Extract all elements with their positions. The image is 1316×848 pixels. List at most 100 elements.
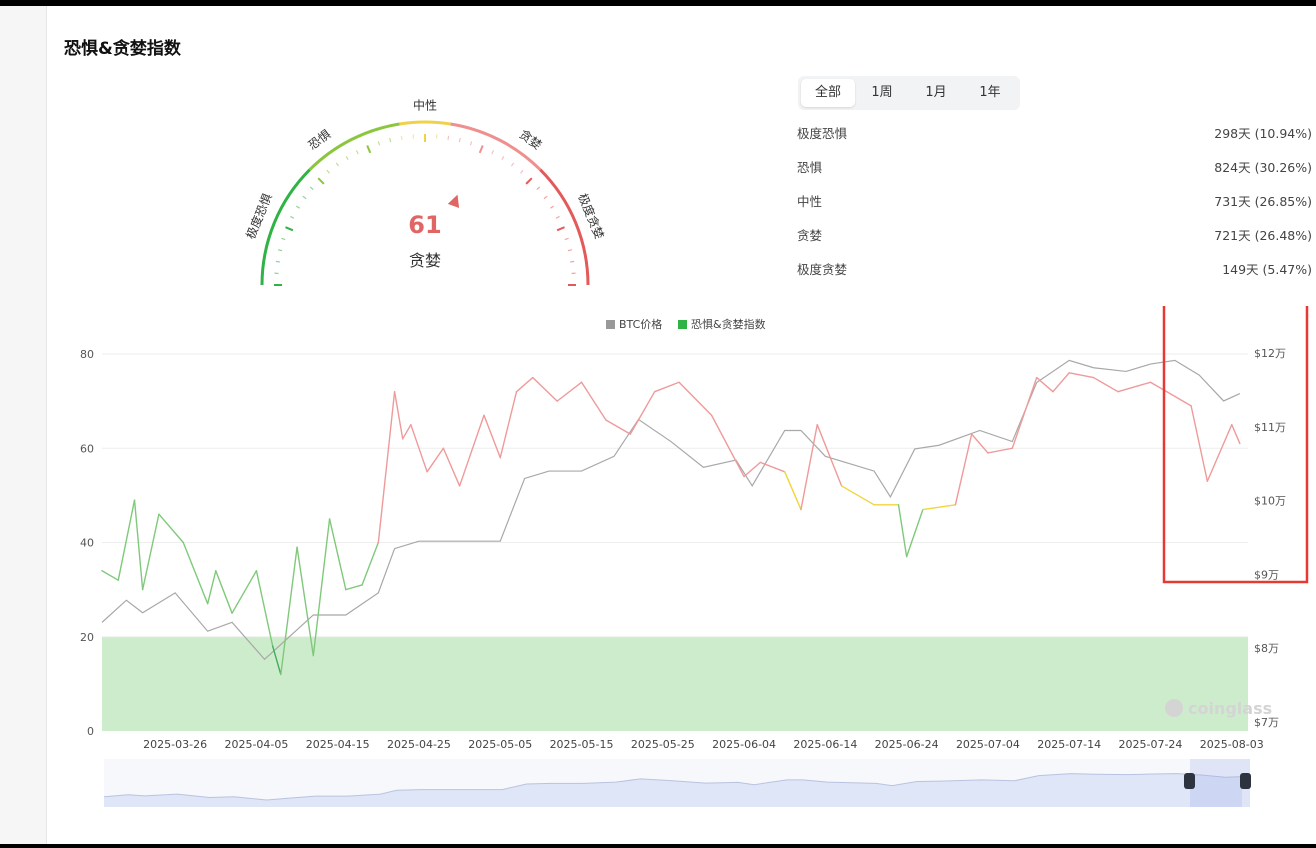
stat-label: 恐惧 [797, 160, 823, 175]
fear-greed-segment [345, 584, 363, 591]
x-tick-label: 2025-06-24 [875, 738, 939, 751]
x-tick-label: 2025-06-14 [793, 738, 857, 751]
y-left-tick-label: 80 [80, 348, 94, 361]
fear-greed-segment [784, 471, 802, 511]
x-tick-label: 2025-04-05 [224, 738, 288, 751]
gauge-tick [567, 249, 572, 252]
fear-greed-segment [1231, 423, 1241, 445]
left-sidebar [0, 6, 47, 844]
fear-greed-segment [255, 570, 274, 647]
stat-row-extreme-fear: 极度恐惧 298天 (10.94%) [797, 123, 1312, 157]
stat-value: 731天 (26.85%) [1214, 194, 1312, 209]
gauge-tick [570, 260, 575, 263]
range-navigator[interactable] [100, 751, 1260, 811]
fear-greed-segment [1206, 461, 1217, 482]
tab-all[interactable]: 全部 [801, 79, 855, 107]
gauge-tick [556, 226, 565, 232]
fear-greed-segment [515, 376, 534, 393]
fear-greed-segment [970, 433, 989, 454]
page-title: 恐惧&贪婪指数 [64, 39, 181, 59]
gauge-tick [510, 162, 515, 167]
fear-greed-segment [840, 485, 875, 506]
y-right-tick-label: $10万 [1254, 495, 1286, 508]
gauge-tick [335, 162, 340, 167]
stat-value: 298天 (10.94%) [1214, 126, 1312, 141]
gauge-zone-label: 恐惧 [305, 126, 333, 152]
legend-label: BTC价格 [619, 317, 662, 331]
stats-list: 极度恐惧 298天 (10.94%) 恐惧 824天 (30.26%) 中性 731天… [797, 123, 1312, 293]
tab-1-year[interactable]: 1年 [963, 79, 1017, 107]
gauge-tick [543, 195, 548, 200]
tab-1-month[interactable]: 1月 [909, 79, 963, 107]
gauge-tick [290, 215, 295, 219]
fear-greed-segment [458, 414, 485, 487]
fear-greed-segment [442, 447, 461, 487]
fear-greed-segment [231, 570, 258, 614]
fear-greed-segment [954, 433, 973, 506]
fear-greed-segment [1190, 405, 1209, 482]
gauge-tick [491, 150, 495, 155]
gauge-tick [478, 145, 484, 154]
legend-swatch [678, 320, 687, 329]
gauge-tick [536, 186, 541, 190]
fear-greed-segment [759, 461, 786, 473]
gauge-tick [377, 141, 381, 146]
gauge-tick [326, 169, 330, 174]
fear-greed-segment [580, 381, 607, 421]
gauge-tick [278, 249, 283, 252]
x-tick-label: 2025-04-25 [387, 738, 451, 751]
y-right-tick-label: $11万 [1254, 421, 1286, 434]
x-tick-label: 2025-05-05 [468, 738, 532, 751]
gauge-tick [555, 215, 560, 219]
navigator-handle-left[interactable] [1184, 773, 1195, 789]
gauge-pointer [447, 194, 460, 208]
gauge-tick [302, 195, 307, 200]
fear-greed-segment [678, 381, 713, 416]
stat-value: 149天 (5.47%) [1222, 262, 1312, 277]
fear-greed-segment [1011, 376, 1038, 449]
fear-greed-segment [897, 504, 908, 558]
gauge-tick [564, 237, 569, 241]
fear-greed-segment [402, 423, 412, 440]
fear-greed-segment [987, 447, 1013, 454]
fear-greed-segment [377, 390, 396, 544]
gauge-tick [317, 177, 325, 185]
fear-greed-segment [312, 518, 331, 657]
gauge-tick [345, 155, 349, 160]
fear-greed-segment [483, 414, 501, 459]
y-right-tick-label: $9万 [1254, 568, 1279, 581]
gauge-sentiment: 贪婪 [409, 251, 441, 270]
x-tick-label: 2025-05-25 [631, 738, 695, 751]
fear-greed-segment [710, 414, 745, 478]
gauge-tick [355, 150, 359, 155]
tab-1-week[interactable]: 1周 [855, 79, 909, 107]
navigator-handle-right[interactable] [1240, 773, 1251, 789]
fear-greed-segment [605, 419, 631, 435]
x-tick-label: 2025-07-14 [1037, 738, 1101, 751]
gauge-tick [389, 138, 392, 143]
fear-greed-segment [117, 499, 136, 581]
gauge-tick [525, 177, 533, 185]
fear-greed-segment [1214, 423, 1233, 464]
stat-row-neutral: 中性 731天 (26.85%) [797, 191, 1312, 225]
fear-greed-segment [556, 381, 583, 402]
stat-row-greed: 贪婪 721天 (26.48%) [797, 225, 1312, 259]
fear-greed-segment [1092, 376, 1119, 393]
gauge-tick [366, 145, 372, 154]
fear-greed-segment [133, 499, 144, 591]
gauge-tick [550, 205, 555, 209]
fear-greed-segment [426, 447, 445, 473]
fear-greed-segment [743, 461, 762, 478]
fear-greed-segment [393, 390, 404, 440]
gauge-tick [309, 186, 314, 190]
stat-row-extreme-greed: 极度贪婪 149天 (5.47%) [797, 259, 1312, 293]
x-tick-label: 2025-07-04 [956, 738, 1020, 751]
stage: 恐惧&贪婪指数 极度恐惧 恐惧 中性 贪婪 极度贪婪 61 贪婪 全部 1周 1月 1年 极… [0, 6, 1316, 844]
fear-greed-segment [1174, 395, 1192, 407]
stat-label: 中性 [797, 194, 823, 209]
y-left-tick-label: 0 [87, 725, 94, 738]
fear-greed-segment [532, 376, 558, 402]
fear-greed-btc-chart: 020406080$7万$8万$9万$10万$11万$12万2025-03-26… [80, 306, 1309, 751]
fear-greed-segment [361, 541, 380, 586]
legend-swatch [606, 320, 615, 329]
